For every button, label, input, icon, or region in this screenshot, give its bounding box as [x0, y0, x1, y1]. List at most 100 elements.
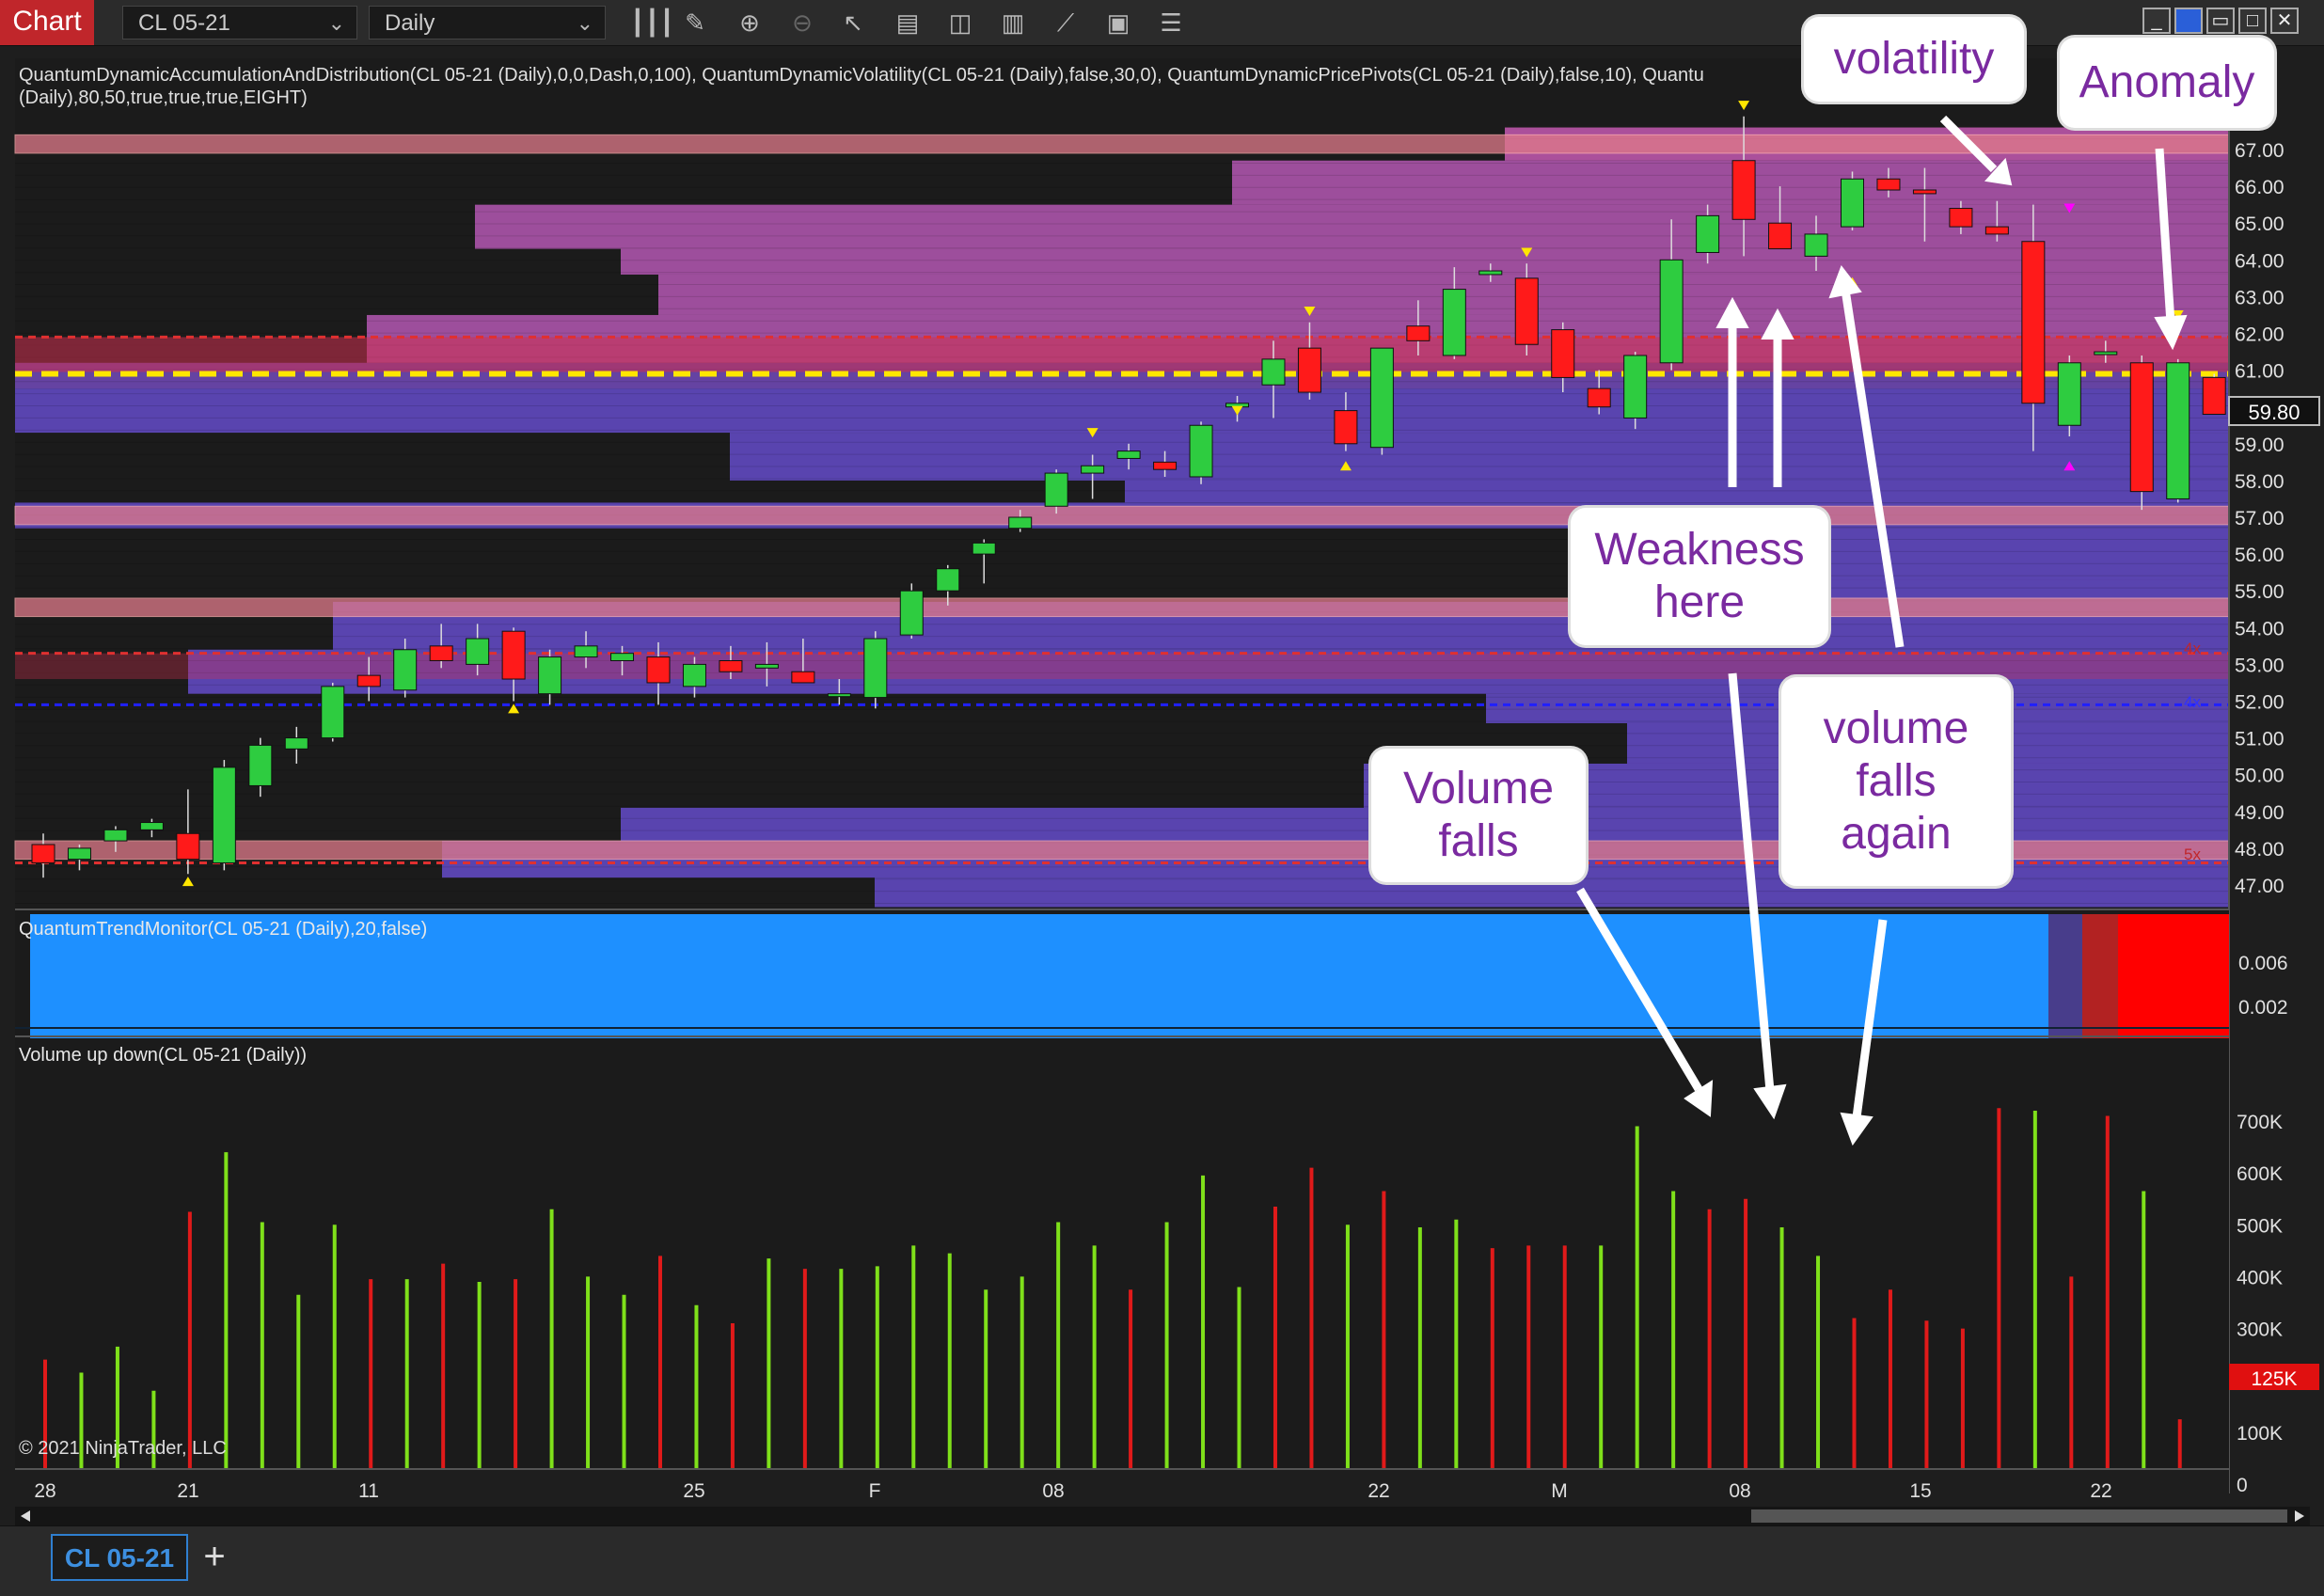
candle-up — [1261, 358, 1286, 386]
candle-up — [863, 638, 888, 699]
date-axis-label: 22 — [1368, 1480, 1389, 1502]
candle-up — [139, 822, 164, 830]
candle-up — [1008, 516, 1033, 529]
price-axis-label: 58.00 — [2235, 471, 2284, 493]
level-marker: 5x — [2184, 845, 2201, 863]
date-axis-label: 15 — [1909, 1480, 1931, 1502]
price-axis-label: 61.00 — [2235, 361, 2284, 383]
callout-anomaly: Anomaly — [2060, 38, 2274, 128]
price-axis-label: 50.00 — [2235, 766, 2284, 787]
price-axis-label: 47.00 — [2235, 876, 2284, 897]
candle-up — [610, 653, 635, 661]
candle-down — [1297, 347, 1321, 393]
link-icon[interactable] — [2174, 8, 2203, 34]
volume-axis-label: 600K — [2237, 1163, 2283, 1185]
candle-up — [1442, 289, 1466, 356]
data-box-icon[interactable]: ▤ — [892, 8, 924, 38]
price-axis-label: 63.00 — [2235, 287, 2284, 308]
callout-volatility: volatility — [1804, 17, 2024, 102]
date-axis[interactable] — [15, 1469, 2229, 1512]
chart-tab-bar: CL 05-21 + — [0, 1525, 2324, 1596]
price-axis-label: 65.00 — [2235, 213, 2284, 235]
candle-up — [67, 847, 91, 861]
candle-up — [2166, 362, 2190, 499]
candle-up — [284, 737, 308, 750]
candle-up — [321, 686, 345, 739]
candle-up — [827, 693, 851, 698]
candle-down — [356, 674, 381, 687]
support-zone — [15, 653, 2229, 680]
bar-type-icon[interactable]: ┃┃┃ — [630, 8, 674, 38]
trend-axis-label: 0.002 — [2238, 997, 2288, 1019]
volume-axis-label: 500K — [2237, 1215, 2283, 1237]
candle-up — [754, 663, 779, 669]
date-axis-label: M — [1551, 1480, 1568, 1502]
price-axis-label: 53.00 — [2235, 655, 2284, 676]
candle-up — [1804, 233, 1828, 257]
price-axis-labels: 67.0066.0065.0064.0063.0062.0061.0060.00… — [2235, 140, 2284, 897]
price-axis-label: 56.00 — [2235, 545, 2284, 566]
draw-tool-icon[interactable]: ✎ — [679, 8, 711, 38]
price-axis-label: 64.00 — [2235, 250, 2284, 272]
pointer-icon[interactable]: ↖ — [837, 8, 869, 38]
candle-down — [2202, 376, 2226, 416]
candle-down — [429, 645, 453, 661]
candle-up — [1623, 355, 1648, 419]
add-tab-icon[interactable]: + — [196, 1534, 233, 1581]
candle-up — [538, 656, 562, 695]
restore-icon[interactable]: ▭ — [2206, 8, 2235, 34]
callout-weakness: Weakness here — [1571, 508, 1828, 645]
callout-volume-falls-again: volume falls again — [1781, 677, 2011, 886]
price-axis-label: 51.00 — [2235, 729, 2284, 751]
maximize-icon[interactable]: □ — [2238, 8, 2267, 34]
candle-up — [2094, 351, 2118, 356]
volume-panel — [15, 1038, 2229, 1509]
menu-icon[interactable]: ☰ — [1155, 8, 1187, 38]
indicators-icon[interactable]: ▥ — [997, 8, 1029, 38]
chart-tab[interactable]: CL 05-21 — [51, 1534, 188, 1581]
date-axis-label: F — [869, 1480, 881, 1502]
trend-panel-title: QuantumTrendMonitor(CL 05-21 (Daily),20,… — [19, 919, 427, 940]
candle-down — [1406, 325, 1431, 341]
candle-down — [1912, 189, 1937, 195]
candle-up — [936, 568, 960, 592]
candle-up — [972, 542, 996, 555]
price-axis-label: 48.00 — [2235, 839, 2284, 861]
minimize-icon[interactable]: _ — [2142, 8, 2171, 34]
candle-down — [1551, 329, 1575, 378]
candle-down — [1334, 410, 1358, 445]
profile-row — [730, 433, 2229, 481]
candle-up — [1044, 472, 1068, 507]
volume-axis-label: 100K — [2237, 1423, 2283, 1445]
candle-up — [466, 638, 490, 665]
scrollbar-thumb[interactable] — [1751, 1509, 2287, 1523]
zoom-out-icon[interactable]: ⊖ — [786, 8, 818, 38]
interval-label: Daily — [385, 10, 435, 36]
price-axis-label: 66.00 — [2235, 177, 2284, 198]
strategies-icon[interactable]: ⟋ — [1050, 8, 1082, 38]
zoom-in-icon[interactable]: ⊕ — [734, 8, 766, 38]
candle-down — [719, 659, 743, 672]
interval-selector[interactable]: Daily ⌄ — [369, 6, 606, 40]
candle-up — [1659, 259, 1684, 364]
price-axis-label: 52.00 — [2235, 692, 2284, 714]
chart-menu-button[interactable]: Chart — [0, 0, 94, 45]
chevron-down-icon: ⌄ — [327, 11, 345, 35]
candle-down — [1949, 208, 1973, 228]
instrument-selector[interactable]: CL 05-21 ⌄ — [122, 6, 357, 40]
price-axis-label: 62.00 — [2235, 324, 2284, 346]
volume-axis-label: 700K — [2237, 1112, 2283, 1133]
candle-up — [1116, 450, 1141, 459]
candle-down — [2021, 241, 2046, 404]
price-axis-label: 55.00 — [2235, 581, 2284, 603]
candle-up — [1478, 270, 1503, 276]
supply-band — [14, 134, 2230, 154]
properties-icon[interactable]: ◫ — [944, 8, 976, 38]
volume-axis-label: 0 — [2237, 1475, 2248, 1496]
candle-up — [103, 829, 128, 842]
close-icon[interactable]: ✕ — [2270, 8, 2299, 34]
templates-icon[interactable]: ▣ — [1102, 8, 1134, 38]
price-axis-label: 67.00 — [2235, 140, 2284, 162]
copyright: © 2021 NinjaTrader, LLC — [19, 1438, 227, 1459]
candle-up — [1841, 178, 1864, 228]
